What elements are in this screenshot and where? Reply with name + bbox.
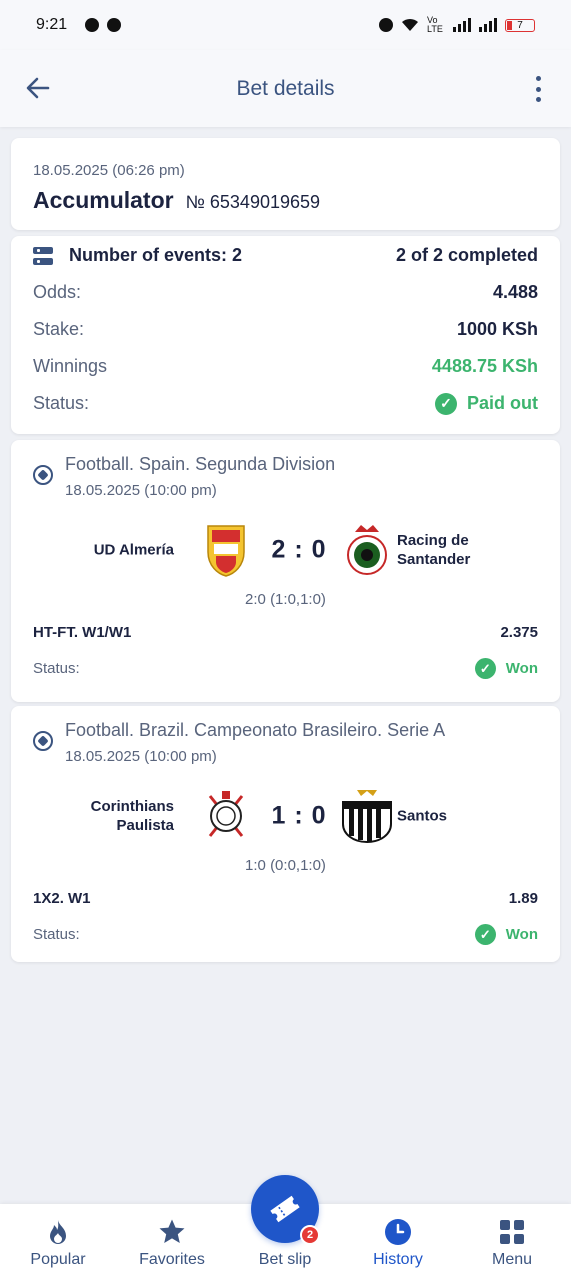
league-name: Football. Spain. Segunda Division xyxy=(65,454,336,474)
bet-slip-count-badge: 2 xyxy=(300,1225,320,1245)
football-icon xyxy=(33,465,53,485)
ticket-icon xyxy=(270,1195,300,1223)
signal-icon xyxy=(453,18,471,32)
almeria-crest-icon xyxy=(207,525,245,577)
page-title: Bet details xyxy=(236,76,335,100)
nav-history[interactable]: History xyxy=(341,1204,455,1280)
corinthians-crest-icon xyxy=(208,791,244,837)
event-date: 18.05.2025 (10:00 pm) xyxy=(65,482,217,499)
app-header: Bet details xyxy=(0,50,571,127)
flame-icon xyxy=(50,1220,66,1244)
match-scoreline: UD Almería 2 : 0 Racing de Santander xyxy=(33,505,538,595)
more-options-icon[interactable] xyxy=(531,76,545,102)
status-label: Status: xyxy=(33,393,90,413)
market-name: HT-FT. W1/W1 xyxy=(33,624,132,641)
match-score: 2 : 0 xyxy=(271,535,327,564)
santos-crest-icon xyxy=(342,790,392,844)
league-name: Football. Brazil. Campeonato Brasileiro.… xyxy=(65,720,446,740)
star-icon xyxy=(159,1219,185,1243)
chat-notification-icon xyxy=(85,18,100,32)
nav-popular-label: Popular xyxy=(30,1251,86,1268)
events-row: Number of events: 2 2 of 2 completed xyxy=(33,237,538,274)
battery-icon: 7 xyxy=(505,18,535,32)
bet-summary-card: Number of events: 2 2 of 2 completed Odd… xyxy=(11,236,560,434)
check-circle-icon: ✓ xyxy=(474,658,496,679)
events-list-icon xyxy=(33,246,53,265)
volte-label: Vo LTE xyxy=(427,15,443,34)
stake-value: 1000 KSh xyxy=(456,319,538,339)
away-team: Santos xyxy=(397,807,448,825)
signal-icon-2 xyxy=(479,18,497,32)
bet-number: № 65349019659 xyxy=(185,192,321,212)
event-status-value: Won xyxy=(505,660,538,677)
winnings-row: Winnings 4488.75 KSh xyxy=(33,348,538,385)
winnings-label: Winnings xyxy=(33,356,108,376)
clock-icon xyxy=(385,1219,411,1245)
nav-history-label: History xyxy=(373,1251,423,1268)
wifi-icon xyxy=(402,18,418,31)
event-status-label: Status: xyxy=(33,926,80,943)
event-card[interactable]: Football. Brazil. Campeonato Brasileiro.… xyxy=(11,706,560,962)
grid-menu-icon xyxy=(500,1220,524,1244)
event-odds: 2.375 xyxy=(500,624,538,641)
nav-menu[interactable]: Menu xyxy=(455,1204,569,1280)
nav-favorites-label: Favorites xyxy=(139,1251,205,1268)
football-icon xyxy=(33,731,53,751)
odds-row: Odds: 4.488 xyxy=(33,274,538,311)
alarm-icon xyxy=(379,18,393,32)
match-score: 1 : 0 xyxy=(271,801,327,830)
odds-label: Odds: xyxy=(33,282,82,302)
bet-date: 18.05.2025 (06:26 pm) xyxy=(33,162,185,179)
event-date: 18.05.2025 (10:00 pm) xyxy=(65,748,217,765)
stake-row: Stake: 1000 KSh xyxy=(33,311,538,348)
status-bar: 9:21 Vo LTE 7 xyxy=(0,0,571,50)
nav-favorites[interactable]: Favorites xyxy=(115,1204,229,1280)
match-scoreline: Corinthians Paulista 1 : 0 Santos xyxy=(33,771,538,861)
check-circle-icon: ✓ xyxy=(474,924,496,945)
away-team: Racing de Santander xyxy=(397,532,471,568)
event-status-value: Won xyxy=(505,926,538,943)
odds-value: 4.488 xyxy=(492,282,538,302)
check-circle-icon: ✓ xyxy=(435,392,457,415)
event-odds: 1.89 xyxy=(508,890,538,907)
winnings-value: 4488.75 KSh xyxy=(431,356,538,376)
stake-label: Stake: xyxy=(33,319,85,339)
bet-type: Accumulator xyxy=(33,187,174,213)
racing-crest-icon xyxy=(347,525,387,575)
nav-bet-slip-label: Bet slip xyxy=(258,1251,312,1268)
status-value: Paid out xyxy=(467,393,538,413)
status-row: Status: ✓ Paid out xyxy=(33,385,538,422)
event-card[interactable]: Football. Spain. Segunda Division 18.05.… xyxy=(11,440,560,702)
home-team: Corinthians Paulista xyxy=(90,798,174,834)
nav-menu-label: Menu xyxy=(491,1251,533,1268)
back-arrow-icon[interactable] xyxy=(24,74,52,102)
market-name: 1X2. W1 xyxy=(33,890,91,907)
home-team: UD Almería xyxy=(93,541,174,559)
bet-header-card: 18.05.2025 (06:26 pm) Accumulator № 6534… xyxy=(11,138,560,230)
events-completed: 2 of 2 completed xyxy=(395,245,538,265)
events-count: Number of events: 2 xyxy=(69,245,243,265)
app-notification-icon xyxy=(107,18,122,32)
event-status-label: Status: xyxy=(33,660,80,677)
clock: 9:21 xyxy=(36,16,68,33)
nav-popular[interactable]: Popular xyxy=(1,1204,115,1280)
